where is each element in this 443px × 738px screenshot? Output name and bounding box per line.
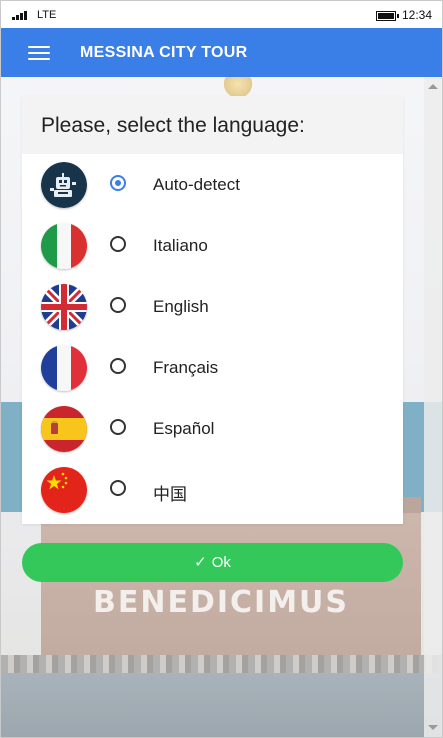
language-option-espanol[interactable]: Español (22, 398, 403, 459)
phone-frame: LTE 12:34 MESSINA CITY TOUR BENEDICIMUS … (0, 0, 443, 738)
france-flag-icon (41, 345, 87, 391)
ok-button-label: Ok (211, 554, 231, 571)
language-option-auto-detect[interactable]: Auto-detect (22, 154, 403, 215)
scroll-down-arrow-icon[interactable] (428, 725, 438, 730)
spain-flag-icon (41, 406, 87, 452)
status-bar: LTE 12:34 (1, 1, 442, 28)
language-label: Auto-detect (153, 175, 240, 194)
language-label: Français (153, 358, 219, 377)
language-option-francais[interactable]: Français (22, 337, 403, 398)
language-option-chinese[interactable]: 中国 (22, 459, 403, 520)
radio-italiano[interactable] (110, 236, 126, 252)
radio-francais[interactable] (110, 358, 126, 374)
language-option-english[interactable]: English (22, 276, 403, 337)
network-type: LTE (37, 9, 57, 21)
robot-icon (41, 162, 87, 208)
scroll-up-arrow-icon[interactable] (428, 84, 438, 89)
radio-espanol[interactable] (110, 419, 126, 435)
ok-button[interactable]: ✓ Ok (22, 543, 403, 582)
uk-flag-icon (41, 284, 87, 330)
radio-english[interactable] (110, 297, 126, 313)
china-flag-icon (41, 467, 87, 513)
radio-auto-detect[interactable] (110, 175, 126, 191)
language-option-italiano[interactable]: Italiano (22, 215, 403, 276)
radio-chinese[interactable] (110, 480, 126, 496)
vertical-scrollbar[interactable] (424, 77, 442, 737)
language-dialog: Please, select the language: Auto-detect… (22, 96, 403, 524)
app-bar: MESSINA CITY TOUR (1, 28, 442, 77)
language-label: 中国 (153, 485, 187, 504)
signal-strength-icon (12, 11, 29, 20)
italy-flag-icon (41, 223, 87, 269)
dialog-header: Please, select the language: (22, 96, 403, 154)
app-title: MESSINA CITY TOUR (80, 44, 248, 61)
dialog-title: Please, select the language: (41, 114, 305, 137)
checkmark-icon: ✓ (194, 554, 207, 571)
language-label: Español (153, 419, 215, 438)
language-label: English (153, 297, 209, 316)
hamburger-menu-button[interactable] (28, 44, 52, 62)
battery-icon (376, 11, 399, 21)
clock: 12:34 (402, 8, 433, 22)
language-label: Italiano (153, 236, 208, 255)
